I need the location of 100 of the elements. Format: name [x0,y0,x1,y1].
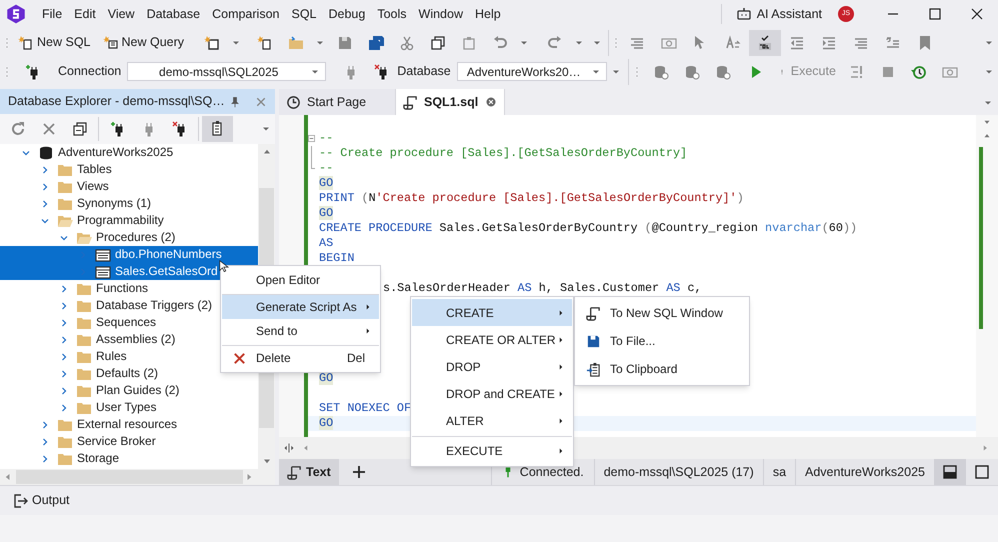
menu-item[interactable]: Delete Del [222,345,379,370]
clock-icon [286,94,301,110]
new-connection-icon [110,121,126,137]
tree-item[interactable]: Database Triggers (2) [94,297,214,314]
app-logo-icon [6,4,26,24]
tree-item[interactable]: Functions [94,280,150,297]
code-line: BEGIN [318,250,354,267]
panel-layout-icon [942,464,958,480]
new-sql-button[interactable]: New SQL [12,30,96,54]
indent-icon [821,34,838,50]
menu-item[interactable]: To New SQL Window [576,299,748,327]
menu-item[interactable]: Help [469,3,507,25]
close-icon[interactable] [255,96,267,108]
ai-assistant-button[interactable]: AI Assistant [732,2,826,26]
database-edit-icon [653,64,670,80]
new-query-button[interactable]: New Query [96,30,190,54]
tab[interactable]: SQL1.sql [396,89,505,115]
code-line: AS [318,234,334,252]
menu-item[interactable]: Generate Script As [222,294,379,319]
tree-item[interactable]: Storage [75,450,122,467]
menu-item[interactable]: To Clipboard [576,355,748,383]
text-case-icon [725,34,742,50]
menu-item[interactable]: File [36,3,68,25]
code-line: SET NOEXEC OF [318,400,412,417]
menu-item[interactable]: CREATE OR ALTER [412,326,572,353]
menu-item[interactable]: Open Editor [222,268,379,292]
shortcut-text: Del [346,350,365,367]
tree-item[interactable]: User Types [94,399,158,416]
history-icon [911,64,928,80]
delete-icon [232,350,246,366]
minimize-icon [888,13,898,15]
table-icon [95,264,111,280]
split-icon[interactable] [283,442,295,454]
document-icon [403,94,418,110]
menu-item[interactable]: Debug [322,3,372,25]
output-tab[interactable]: Output [12,491,70,510]
tab[interactable]: Start Page [279,89,396,115]
code-line: CREATE PROCEDURE Sales.GetSalesOrderByCountry (@Country_region nvarchar(60)) [318,220,858,237]
save-all-icon [368,34,384,50]
tree-item[interactable]: Service Broker [75,433,158,450]
tree-item[interactable]: Procedures (2) [94,229,178,246]
overview-scrollbar[interactable] [976,115,998,437]
menu-item[interactable]: View [102,3,141,25]
robot-icon [736,6,752,22]
tree-item[interactable]: Sequences [94,314,158,331]
panel-title: Database Explorer - demo-mssql\SQ… [8,93,226,110]
refresh-icon [10,121,26,137]
tree-item[interactable]: Tables [75,161,114,178]
menu-item[interactable]: Comparison [206,3,286,25]
menu-item[interactable]: DROP and CREATE [412,380,572,407]
tree-item[interactable]: Defaults (2) [94,365,160,382]
database-check-icon [715,64,732,80]
menu-item[interactable]: Window [412,3,469,25]
panel-layout-button[interactable] [934,459,966,485]
tree-item[interactable]: AdventureWorks2025 [56,144,176,161]
code-line: PRINT (N'Create procedure [Sales].[GetSalesOrderByCountry]') [318,190,744,207]
code-line: -- Create procedure [Sales].[GetSalesOrderByCountry] [318,144,688,162]
disconnect-icon [172,121,188,137]
menu-item[interactable]: SQL [285,3,322,25]
database-icon [38,144,54,160]
new-file-icon [256,34,273,50]
fold-marker-icon[interactable] [308,135,315,142]
horizontal-scrollbar[interactable] [0,469,275,485]
menu-item[interactable]: Edit [68,3,102,25]
menu-item[interactable]: Database [140,3,206,25]
text-view-tab[interactable]: Text [279,459,339,485]
connection-dropdown[interactable]: demo-mssql\SQL2025 [127,62,326,81]
menu-item[interactable]: ALTER [412,407,572,434]
tree-item[interactable]: Programmability [75,212,166,229]
close-icon [969,6,985,22]
status-text: demo-mssql\SQL2025 (17) [594,459,763,485]
database-dropdown[interactable]: AdventureWorks20… [456,62,607,81]
redo-icon [546,34,563,50]
menu-item[interactable]: To File... [576,327,748,355]
new-window-icon [204,34,220,50]
tree-item[interactable]: Plan Guides (2) [94,382,182,399]
menu-item[interactable]: DROP [412,353,572,380]
close-tab-icon[interactable] [485,96,497,108]
new-document-icon [18,34,34,50]
pin-icon[interactable] [229,96,241,108]
connection-label: Connection [58,63,122,80]
maximize-icon [927,6,943,22]
menu-item[interactable]: Send to [222,319,379,343]
tree-item[interactable]: Synonyms (1) [75,195,154,212]
menu-item[interactable]: CREATE [412,299,572,326]
save-icon [336,34,353,50]
filter-button[interactable] [202,116,233,142]
cut-icon [398,34,415,50]
tree-item[interactable]: External resources [75,416,180,433]
tree-item[interactable]: Rules [94,348,129,365]
menu-item[interactable]: EXECUTE [412,436,572,464]
delete-icon [40,121,56,137]
code-line: -- [318,160,334,177]
copy-icon [430,34,446,50]
full-layout-icon [974,464,990,480]
menu-item[interactable]: Tools [371,3,413,25]
tree-item[interactable]: Views [75,178,111,195]
tree-item[interactable]: Assemblies (2) [94,331,178,348]
sql-check-button[interactable] [749,30,782,56]
collapse-icon [72,121,88,137]
